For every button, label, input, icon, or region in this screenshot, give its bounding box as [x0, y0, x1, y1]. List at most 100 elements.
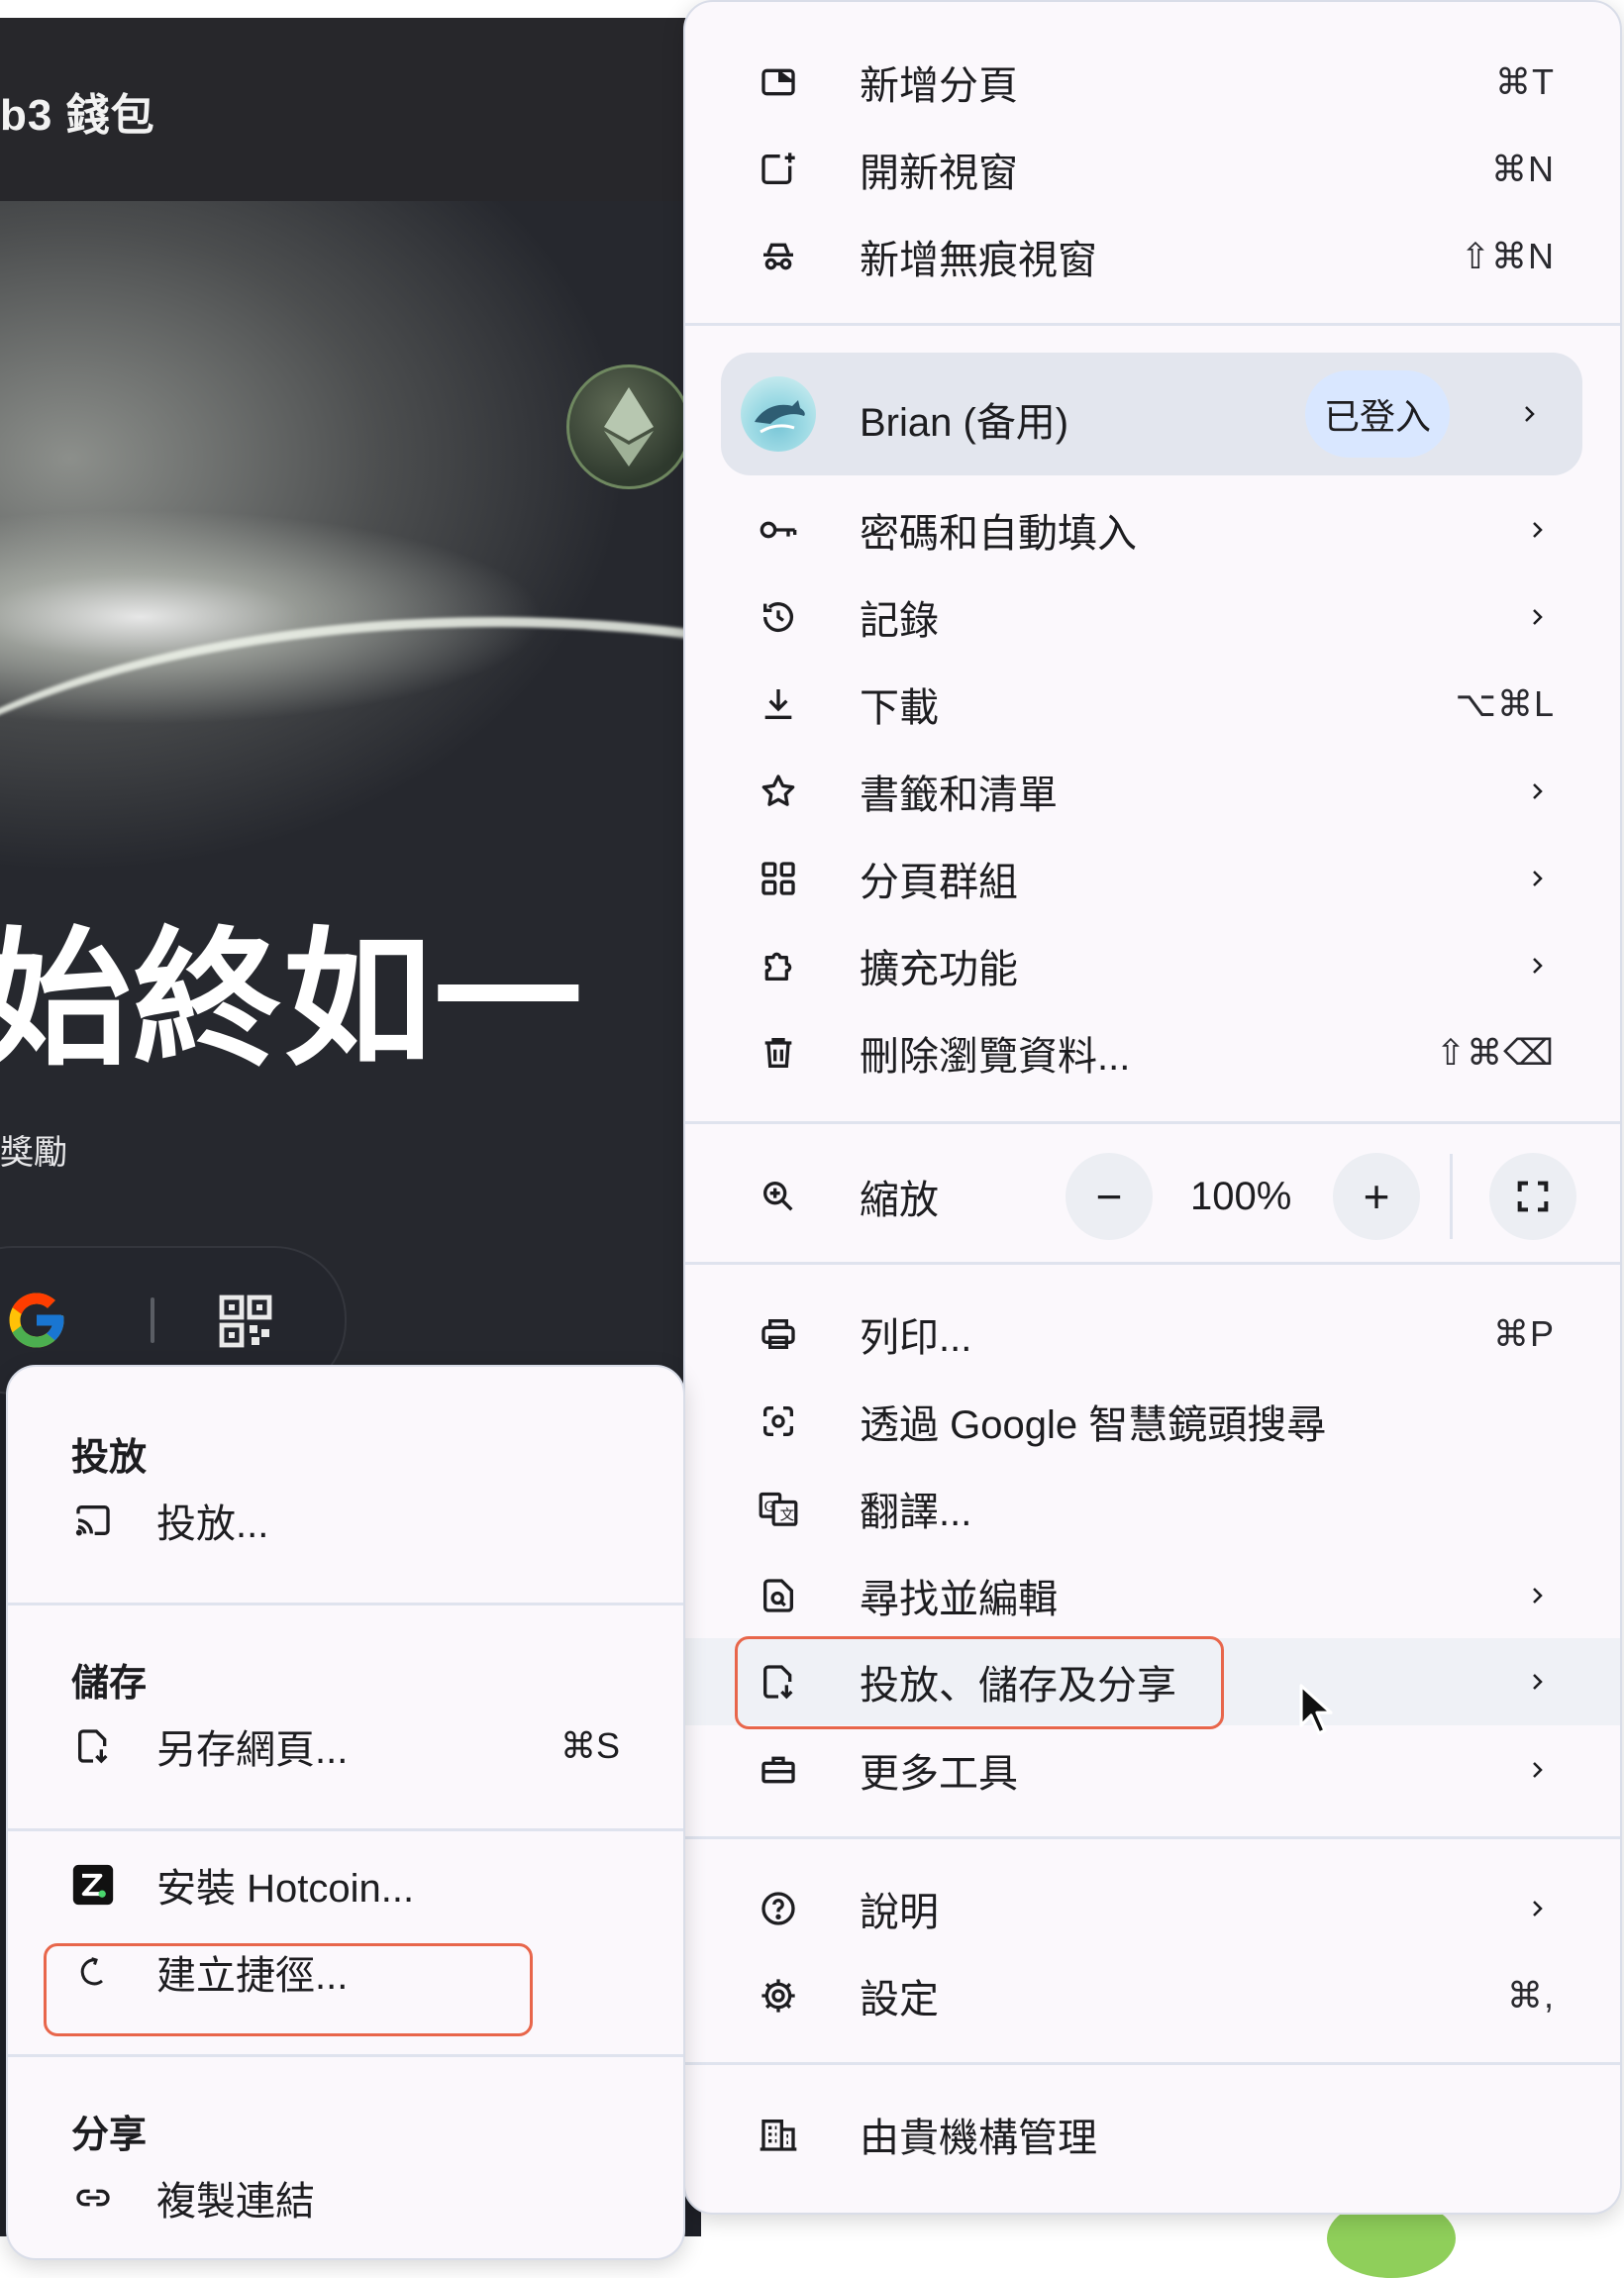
section-header-save: 儲存 [71, 1663, 148, 1705]
print-icon [757, 1312, 800, 1356]
lens-icon [757, 1399, 800, 1443]
menu-item-more-tools[interactable]: 更多工具 [685, 1727, 1620, 1812]
menu-item-label: 由貴機構管理 [860, 2117, 1097, 2160]
menu-item-label: 擴充功能 [860, 948, 1018, 991]
menu-item-new-window[interactable]: 開新視窗 ⌘N [685, 127, 1620, 212]
incognito-icon [757, 235, 800, 278]
menu-item-label: 新增分頁 [860, 64, 1018, 108]
menu-separator [685, 1121, 1620, 1124]
menu-item-help[interactable]: 說明 [685, 1866, 1620, 1951]
menu-item-clear-browsing-data[interactable]: 刪除瀏覽資料... ⇧⌘⌫ [685, 1010, 1620, 1095]
menu-item-label: 尋找並編輯 [860, 1578, 1058, 1621]
extension-icon [757, 944, 800, 987]
menu-separator [8, 1603, 683, 1605]
pill-divider [151, 1297, 154, 1343]
submenu-item-label: 安裝 Hotcoin... [156, 1867, 415, 1911]
building-icon [757, 2113, 800, 2156]
submenu-item-label: 投放... [156, 1502, 269, 1546]
chevron-right-icon [1533, 1674, 1543, 1690]
svg-text:文: 文 [780, 1506, 795, 1523]
menu-separator [8, 1828, 683, 1831]
google-icon[interactable] [4, 1288, 69, 1353]
submenu-item-save-page[interactable]: 另存網頁... ⌘S [8, 1704, 683, 1789]
menu-separator [8, 2054, 683, 2057]
svg-text:G: G [763, 1500, 774, 1515]
fullscreen-button[interactable] [1489, 1153, 1576, 1240]
chevron-right-icon [1533, 783, 1543, 799]
find-icon [757, 1574, 800, 1617]
qr-code-icon[interactable] [218, 1294, 273, 1349]
site-logo-text[interactable]: b3 錢包 [0, 79, 155, 143]
chevron-right-icon [1533, 1588, 1543, 1604]
section-header-cast: 投放 [71, 1437, 148, 1479]
menu-item-label: 翻譯... [860, 1491, 972, 1534]
menu-item-label: 更多工具 [860, 1752, 1018, 1796]
menu-item-print[interactable]: 列印... ⌘P [685, 1292, 1620, 1377]
menu-item-find-edit[interactable]: 尋找並編輯 [685, 1553, 1620, 1638]
chevron-right-icon [1533, 522, 1543, 538]
shortcut-label: ⇧⌘N [1460, 236, 1555, 276]
shortcut-label: ⌘P [1492, 1313, 1555, 1354]
menu-item-label: 下載 [860, 686, 939, 730]
mouse-cursor-icon [1297, 1682, 1337, 1737]
menu-item-label: 開新視窗 [860, 152, 1018, 195]
signed-in-badge: 已登入 [1305, 370, 1450, 458]
menu-item-bookmarks[interactable]: 書籤和清單 [685, 749, 1620, 834]
hero-subtitle: 獎勵 [0, 1134, 67, 1172]
submenu-item-label: 另存網頁... [156, 1728, 349, 1772]
zoom-row: 縮放 − 100% + [685, 1151, 1620, 1242]
menu-item-translate[interactable]: G文 翻譯... [685, 1466, 1620, 1551]
tab-groups-icon [757, 857, 800, 900]
menu-item-label: 透過 Google 智慧鏡頭搜尋 [860, 1403, 1327, 1447]
toolbox-icon [757, 1748, 800, 1792]
chrome-main-menu: 新增分頁 ⌘T 開新視窗 ⌘N 新增無痕視窗 ⇧⌘N Brian (备用) 已登… [683, 0, 1622, 2215]
menu-item-google-lens[interactable]: 透過 Google 智慧鏡頭搜尋 [685, 1379, 1620, 1464]
hero-title: 始終如一 [0, 916, 585, 1083]
menu-item-label: 書籤和清單 [860, 774, 1058, 817]
submenu-item-cast[interactable]: 投放... [8, 1478, 683, 1563]
menu-separator [685, 323, 1620, 326]
menu-item-extensions[interactable]: 擴充功能 [685, 923, 1620, 1008]
zoom-divider [1450, 1154, 1453, 1239]
menu-item-label: 設定 [860, 1978, 939, 2021]
chevron-right-icon [1533, 871, 1543, 886]
profile-row[interactable]: Brian (备用) 已登入 [721, 353, 1582, 475]
fullscreen-icon [1517, 1181, 1549, 1212]
section-header-share: 分享 [71, 2115, 148, 2156]
new-window-icon [757, 148, 800, 191]
shortcut-label: ⌘T [1495, 61, 1555, 102]
download-icon [757, 682, 800, 726]
shortcut-label: ⌥⌘L [1455, 683, 1555, 724]
menu-item-history[interactable]: 記錄 [685, 574, 1620, 660]
help-icon [757, 1887, 800, 1930]
chevron-right-icon [1533, 1901, 1543, 1916]
translate-icon: G文 [757, 1487, 800, 1530]
menu-item-incognito[interactable]: 新增無痕視窗 ⇧⌘N [685, 214, 1620, 299]
shortcut-label: ⌘, [1506, 1975, 1555, 2016]
submenu-item-label: 複製連結 [156, 2180, 315, 2224]
menu-item-label: 列印... [860, 1316, 972, 1360]
cast-icon [71, 1499, 115, 1542]
menu-separator [685, 1262, 1620, 1265]
menu-item-managed-by-org[interactable]: 由貴機構管理 [685, 2092, 1620, 2177]
menu-item-passwords[interactable]: 密碼和自動填入 [685, 487, 1620, 572]
menu-item-settings[interactable]: 設定 ⌘, [685, 1953, 1620, 2038]
zoom-in-button[interactable]: + [1333, 1153, 1420, 1240]
chevron-right-icon [1533, 609, 1543, 625]
highlight-box [735, 1636, 1224, 1729]
chevron-right-icon [1533, 1762, 1543, 1778]
history-icon [757, 595, 800, 639]
menu-item-new-tab[interactable]: 新增分頁 ⌘T [685, 40, 1620, 125]
ethereum-icon [566, 364, 691, 489]
gear-icon [757, 1974, 800, 2018]
highlight-box [44, 1943, 533, 2036]
submenu-item-copy-link[interactable]: 複製連結 [8, 2155, 683, 2240]
zoom-out-button[interactable]: − [1066, 1153, 1153, 1240]
hotcoin-app-icon [71, 1863, 115, 1907]
trash-icon [757, 1031, 800, 1075]
menu-separator [685, 1836, 1620, 1839]
menu-item-downloads[interactable]: 下載 ⌥⌘L [685, 662, 1620, 747]
menu-item-tab-groups[interactable]: 分頁群組 [685, 836, 1620, 921]
shortcut-label: ⇧⌘⌫ [1435, 1032, 1555, 1073]
submenu-item-install-app[interactable]: 安裝 Hotcoin... [8, 1842, 683, 1927]
